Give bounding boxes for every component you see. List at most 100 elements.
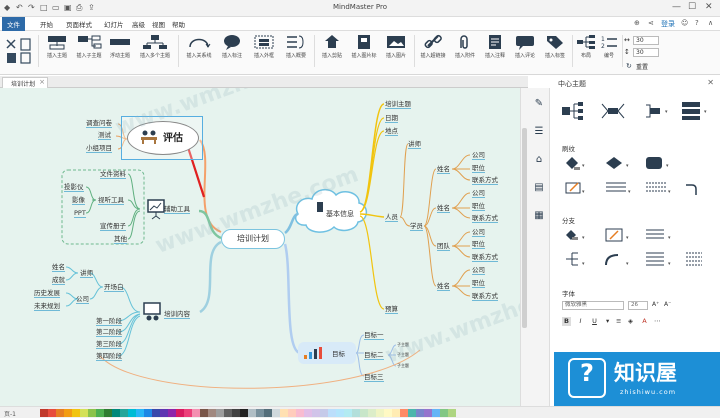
goals-title[interactable]: 目标	[332, 350, 345, 358]
font-size-select[interactable]: 26	[628, 301, 648, 310]
format-brush-icon[interactable]: ✎	[533, 98, 545, 109]
palette-swatch[interactable]	[320, 409, 328, 417]
person3-team[interactable]: 团队	[437, 242, 450, 251]
content-future[interactable]: 未来规划	[34, 302, 60, 311]
insert-attachment-button[interactable]: 插入附件	[450, 34, 480, 59]
stage-2[interactable]: 第二阶段	[96, 328, 122, 337]
collapse-icon[interactable]: ∧	[708, 19, 713, 27]
palette-swatch[interactable]	[400, 409, 408, 417]
insert-topic-button[interactable]: 插入主题	[40, 34, 74, 59]
palette-swatch[interactable]	[384, 409, 392, 417]
palette-swatch[interactable]	[96, 409, 104, 417]
palette-swatch[interactable]	[240, 409, 248, 417]
align-icon[interactable]: ≡	[616, 317, 621, 325]
calendar-icon[interactable]: ▦	[533, 210, 545, 221]
palette-swatch[interactable]	[352, 409, 360, 417]
insert-icon-button[interactable]: 插入图片标	[348, 34, 380, 59]
clipart-icon[interactable]: ⌂	[533, 154, 545, 165]
palette-swatch[interactable]	[272, 409, 280, 417]
palette-swatch[interactable]	[448, 409, 456, 417]
insert-subtopic-button[interactable]: 插入子主题	[72, 34, 106, 59]
info-budget[interactable]: 预算	[385, 305, 398, 314]
palette-swatch[interactable]	[48, 409, 56, 417]
insert-boundary-button[interactable]: 插入外框	[248, 34, 280, 59]
content-achievement[interactable]: 成就	[52, 276, 65, 285]
info-location[interactable]: 地点	[385, 127, 398, 136]
palette-swatch[interactable]	[104, 409, 112, 417]
palette-swatch[interactable]	[64, 409, 72, 417]
person2-name[interactable]: 姓名	[437, 204, 450, 213]
menu-advanced[interactable]: 高级	[132, 19, 145, 29]
content-opening[interactable]: 开场白	[104, 283, 124, 292]
insert-comment-button[interactable]: 插入评论	[510, 34, 540, 59]
floating-topic-button[interactable]: 浮动主题	[104, 34, 136, 59]
branch-style-icons[interactable]: ▾ ▾ ▾ ▾ ▾ ▾	[562, 225, 712, 271]
maximize-icon[interactable]: ☐	[688, 2, 696, 12]
content-lecturer[interactable]: 讲师	[80, 269, 93, 278]
share-icon[interactable]: ⋖	[648, 19, 654, 27]
palette-swatch[interactable]	[216, 409, 224, 417]
content-company[interactable]: 公司	[76, 295, 89, 304]
close-icon[interactable]: ✕	[705, 2, 713, 12]
p3-contact[interactable]: 联系方式	[472, 253, 498, 262]
clipboard-icons[interactable]	[4, 36, 36, 66]
panel-close-icon[interactable]: ✕	[707, 78, 714, 87]
stage-3[interactable]: 第三阶段	[96, 340, 122, 349]
palette-swatch[interactable]	[360, 409, 368, 417]
palette-swatch[interactable]	[344, 409, 352, 417]
numbering-button[interactable]: 12 编号	[598, 34, 620, 59]
mindmap-canvas[interactable]: 评估 调查问卷 测试 小组项目 辅助工具 文件资料 视听工具 投影仪 影像 PP…	[0, 88, 520, 406]
palette-swatch[interactable]	[120, 409, 128, 417]
menu-home[interactable]: 开始	[40, 19, 53, 29]
p2-company[interactable]: 公司	[472, 189, 485, 198]
palette-swatch[interactable]	[416, 409, 424, 417]
palette-swatch[interactable]	[160, 409, 168, 417]
info-people[interactable]: 人员	[385, 213, 398, 222]
palette-swatch[interactable]	[128, 409, 136, 417]
menu-view[interactable]: 视图	[152, 19, 165, 29]
p2-position[interactable]: 职位	[472, 202, 485, 211]
palette-swatch[interactable]	[280, 409, 288, 417]
reset-icon[interactable]: ↻	[626, 62, 632, 70]
goal-1[interactable]: 目标一	[364, 331, 384, 340]
palette-swatch[interactable]	[304, 409, 312, 417]
p3-position[interactable]: 职位	[472, 240, 485, 249]
aids-brochure[interactable]: 宣传册子	[100, 222, 126, 231]
people-participants[interactable]: 学员	[410, 222, 423, 231]
palette-swatch[interactable]	[408, 409, 416, 417]
palette-swatch[interactable]	[224, 409, 232, 417]
insert-image-button[interactable]: 插入图片	[380, 34, 412, 59]
outline-icon[interactable]: ☰	[533, 126, 545, 137]
aids-av[interactable]: 视听工具	[98, 196, 124, 205]
p3-company[interactable]: 公司	[472, 228, 485, 237]
layout-button[interactable]: 布局	[574, 34, 598, 59]
palette-swatch[interactable]	[184, 409, 192, 417]
insert-tag-button[interactable]: 插入标签	[540, 34, 570, 59]
aids-docs[interactable]: 文件资料	[100, 170, 126, 179]
p4-position[interactable]: 职位	[472, 279, 485, 288]
palette-swatch[interactable]	[328, 409, 336, 417]
palette-swatch[interactable]	[288, 409, 296, 417]
document-tab[interactable]: 培训计划 ×	[2, 77, 49, 88]
palette-swatch[interactable]	[376, 409, 384, 417]
info-theme[interactable]: 培训主题	[385, 100, 411, 109]
help-icon[interactable]: ?	[695, 19, 699, 27]
menu-slides[interactable]: 幻灯片	[104, 19, 124, 29]
goal-sub-3[interactable]: 子主题	[397, 362, 409, 370]
menu-file[interactable]: 文件	[2, 17, 25, 31]
palette-swatch[interactable]	[88, 409, 96, 417]
eval-item-survey[interactable]: 调查问卷	[86, 119, 112, 128]
content-name[interactable]: 姓名	[52, 263, 65, 272]
font-color-button[interactable]: A	[640, 317, 649, 326]
goal-2[interactable]: 目标二	[364, 351, 384, 360]
goal-sub-1[interactable]: 子主题	[397, 341, 409, 349]
font-increase-icon[interactable]: A⁺	[652, 301, 659, 308]
aids-projector[interactable]: 投影仪	[64, 183, 84, 192]
aids-other[interactable]: 其他	[114, 235, 127, 244]
minimize-icon[interactable]: —	[672, 2, 681, 12]
vertical-scrollbar[interactable]	[520, 88, 528, 406]
palette-swatch[interactable]	[80, 409, 88, 417]
eval-item-test[interactable]: 测试	[98, 131, 111, 140]
content-topic[interactable]: 培训内容	[164, 310, 190, 319]
insert-summary-button[interactable]: 插入概要	[280, 34, 312, 59]
